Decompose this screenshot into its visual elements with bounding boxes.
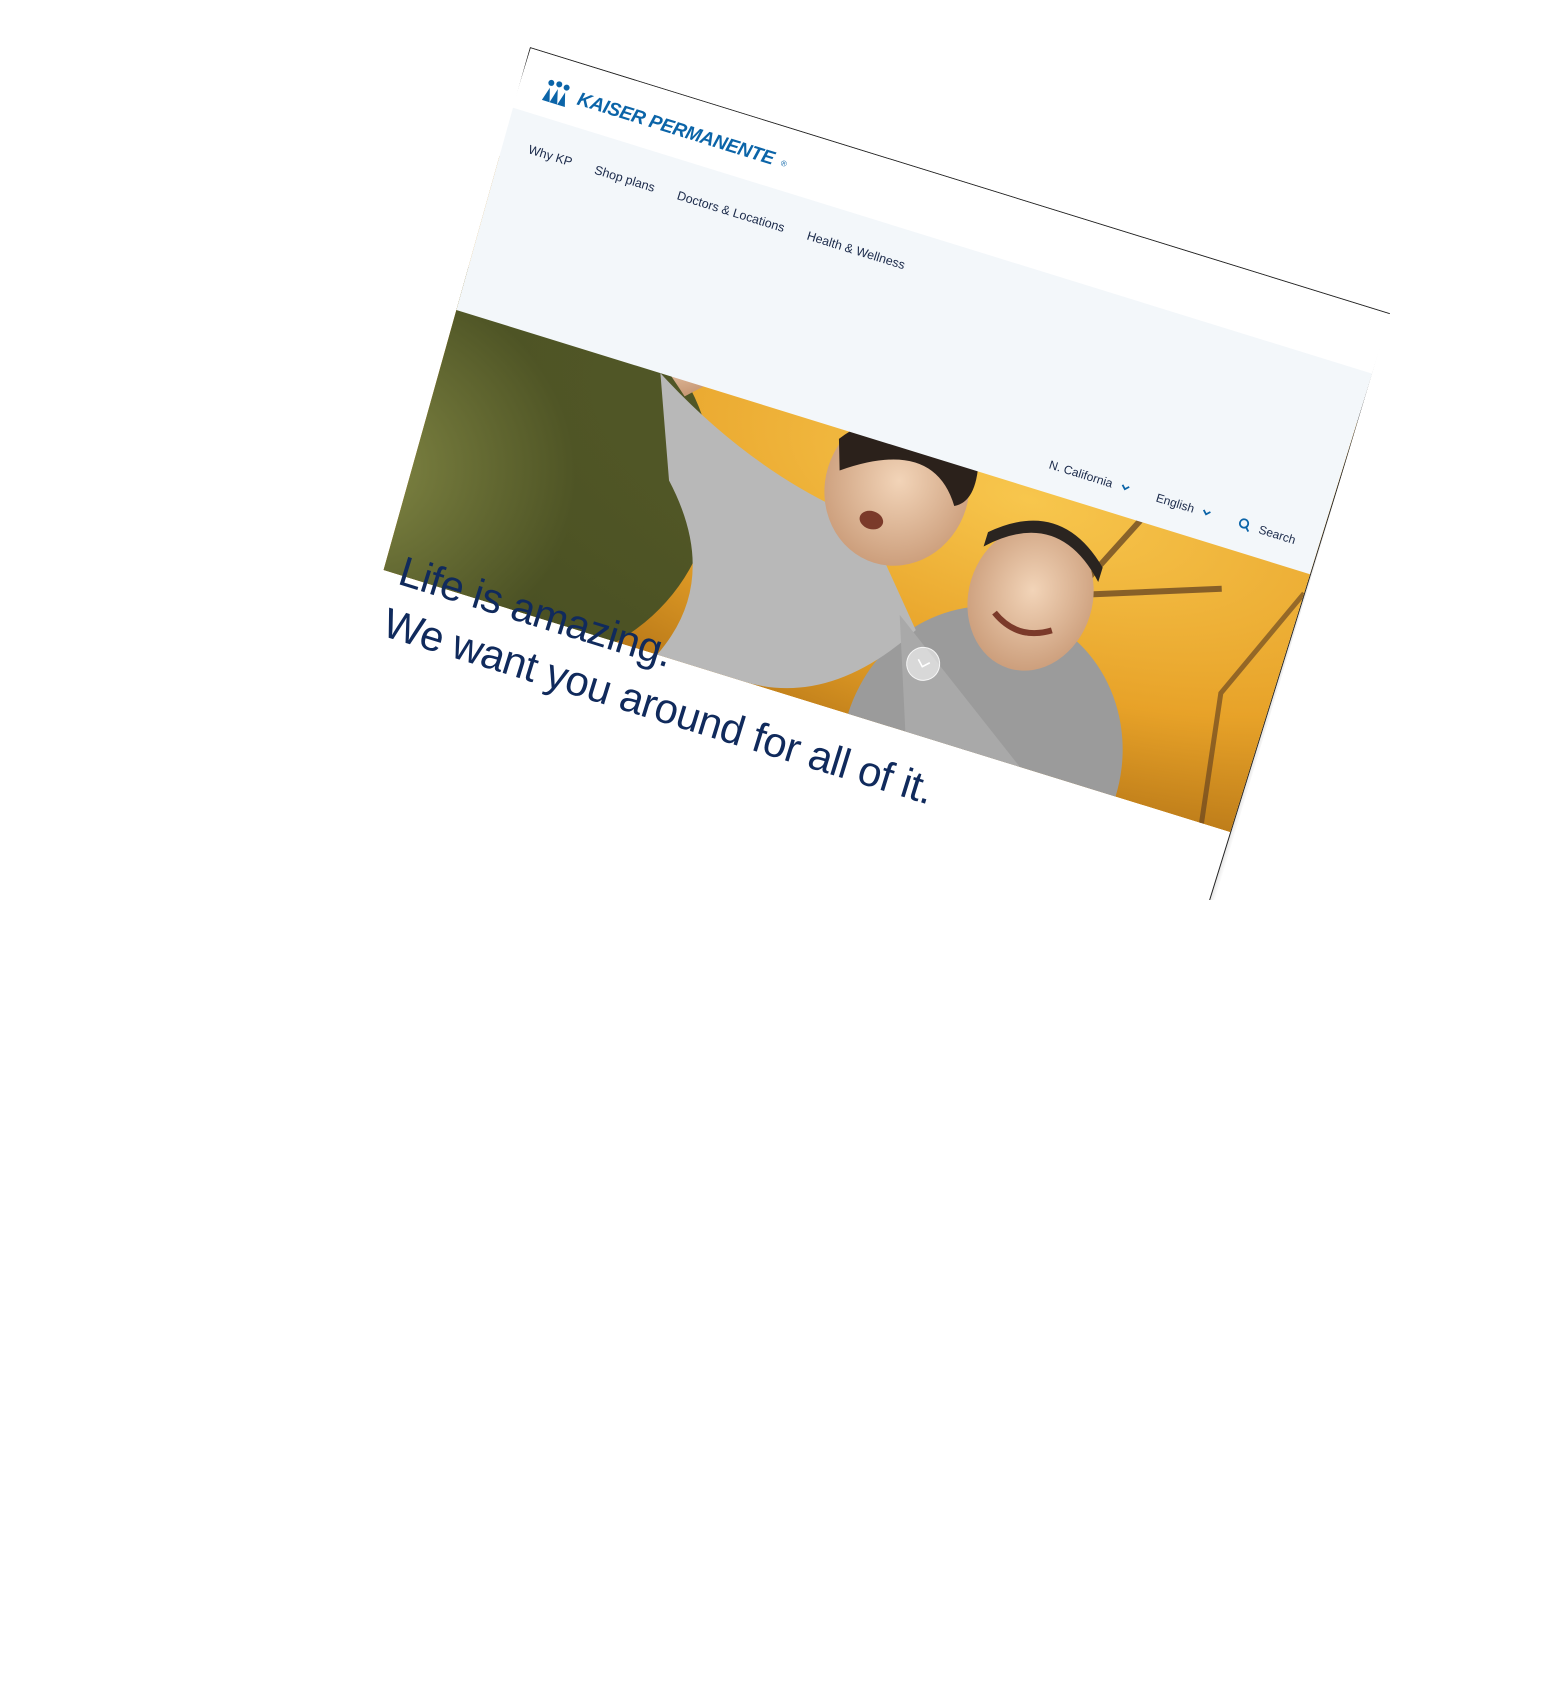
region-label: N. California [1047,457,1115,491]
language-selector[interactable]: English [1154,491,1213,521]
nav-item-why-kp[interactable]: Why KP [527,143,574,170]
kp-homepage: KAISER PERMANENTE ® Why KP Shop plans Do… [378,47,1390,900]
kp-logo-icon [541,79,570,107]
registered-mark: ® [779,158,789,169]
search-label: Search [1256,522,1298,548]
chevron-down-icon [1121,484,1130,491]
chevron-down-icon [1202,509,1211,516]
search-icon [1238,518,1250,532]
nav-item-health-wellness[interactable]: Health & Wellness [805,229,906,273]
tilted-page-crop: KAISER PERMANENTE ® Why KP Shop plans Do… [378,47,1390,900]
screenshot-stage: KAISER PERMANENTE ® Why KP Shop plans Do… [0,0,1544,1684]
search-button[interactable]: Search [1236,516,1297,547]
region-selector[interactable]: N. California [1047,458,1131,496]
nav-item-doctors-locations[interactable]: Doctors & Locations [675,189,786,235]
language-label: English [1154,490,1197,516]
nav-item-shop-plans[interactable]: Shop plans [593,163,657,195]
